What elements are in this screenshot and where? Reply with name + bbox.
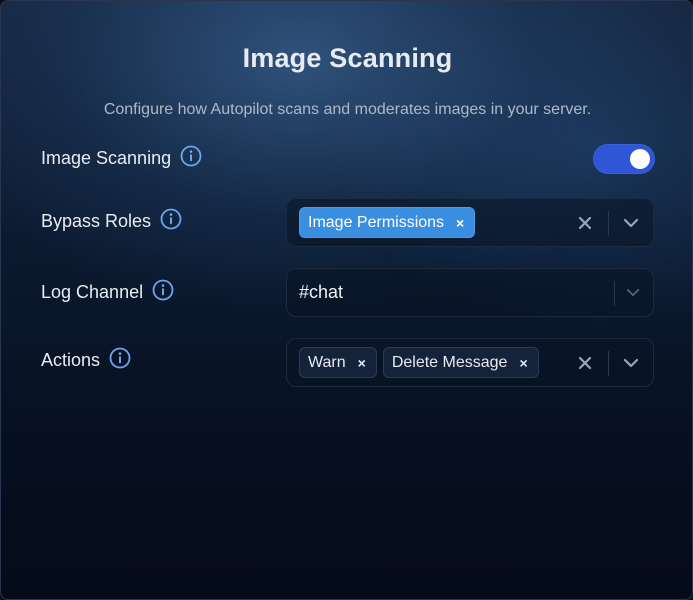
bypass-roles-chips: Image Permissions ×	[299, 199, 476, 246]
chevron-down-icon[interactable]	[621, 339, 641, 386]
action-chip-label: Warn	[308, 353, 346, 371]
action-chip: Warn ×	[299, 347, 377, 378]
remove-chip-button[interactable]: ×	[358, 356, 366, 370]
clear-icon[interactable]	[575, 199, 595, 246]
log-channel-value: #chat	[299, 282, 344, 302]
actions-select[interactable]: Warn × Delete Message ×	[286, 338, 654, 387]
log-channel-label: Log Channel	[41, 281, 144, 302]
info-icon[interactable]	[180, 145, 202, 167]
actions-label: Actions	[41, 349, 101, 370]
image-scanning-label: Image Scanning	[41, 147, 172, 168]
log-channel-row-label: Log Channel	[41, 279, 174, 303]
log-channel-select[interactable]: #chat	[286, 268, 654, 317]
chevron-down-icon[interactable]	[623, 269, 643, 316]
select-divider	[608, 211, 609, 236]
bypass-roles-label: Bypass Roles	[41, 210, 152, 231]
page-subtitle: Configure how Autopilot scans and modera…	[103, 101, 592, 118]
page-title: Image Scanning	[242, 43, 453, 73]
bypass-roles-row-label: Bypass Roles	[41, 208, 182, 232]
info-icon[interactable]	[152, 279, 174, 301]
actions-chips: Warn × Delete Message ×	[299, 339, 539, 386]
toggle-knob	[630, 149, 650, 169]
image-scanning-toggle[interactable]	[593, 144, 655, 174]
remove-chip-button[interactable]: ×	[456, 216, 464, 230]
role-chip-label: Image Permissions	[308, 213, 445, 231]
image-scanning-row-label: Image Scanning	[41, 145, 202, 169]
action-chip-label: Delete Message	[391, 353, 508, 371]
clear-icon[interactable]	[575, 339, 595, 386]
settings-panel: Image Scanning Configure how Autopilot s…	[0, 0, 693, 600]
select-divider	[614, 281, 615, 306]
role-chip: Image Permissions ×	[299, 207, 476, 238]
action-chip: Delete Message ×	[382, 347, 539, 378]
bypass-roles-select[interactable]: Image Permissions ×	[286, 198, 654, 247]
remove-chip-button[interactable]: ×	[519, 356, 527, 370]
info-icon[interactable]	[109, 347, 131, 369]
info-icon[interactable]	[160, 208, 182, 230]
select-divider	[608, 351, 609, 376]
actions-row-label: Actions	[41, 347, 131, 371]
chevron-down-icon[interactable]	[621, 199, 641, 246]
